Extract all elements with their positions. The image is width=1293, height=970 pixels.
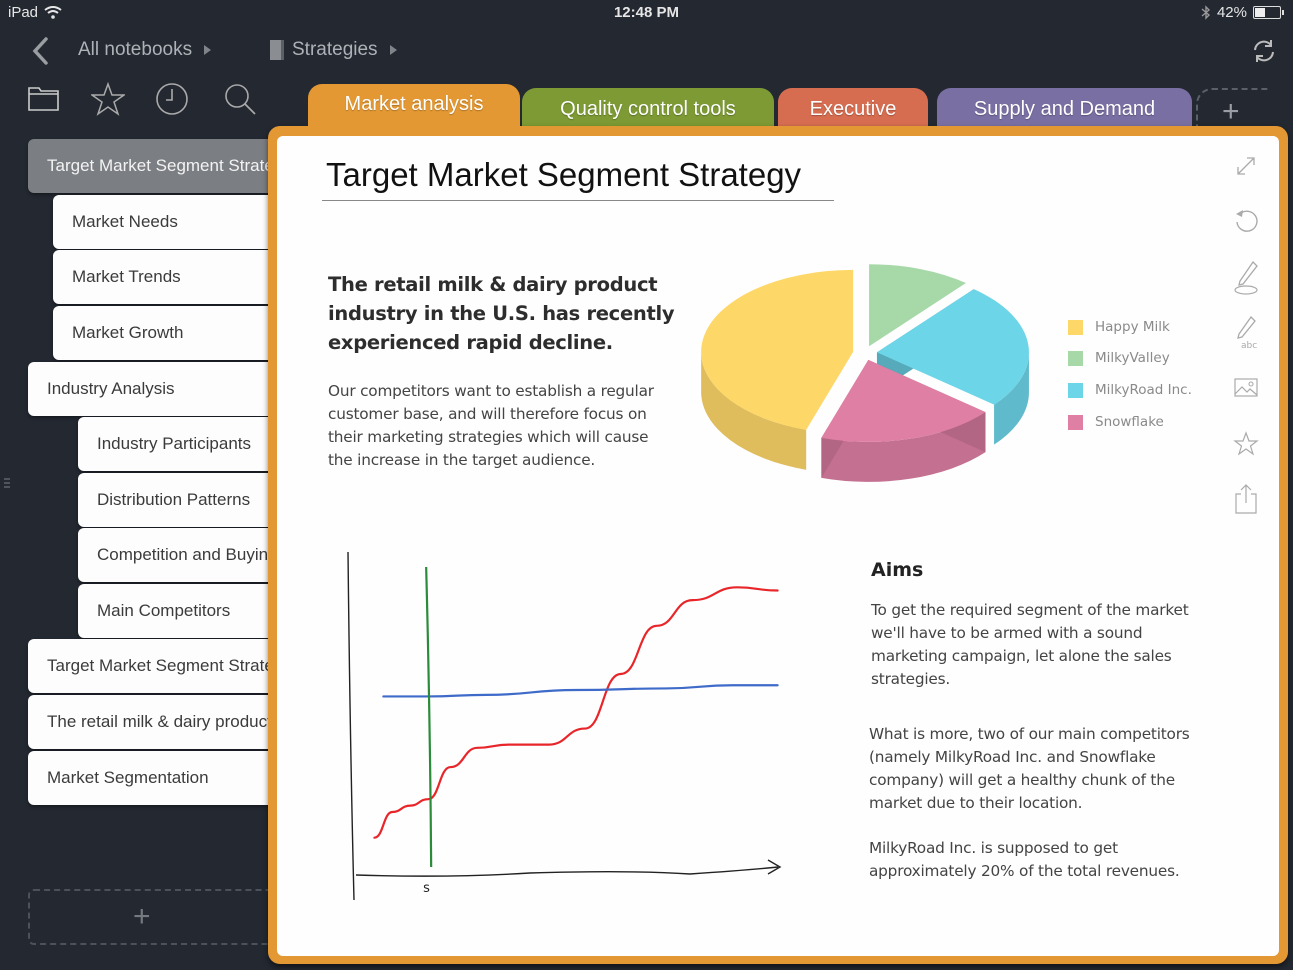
plus-icon: +: [1222, 95, 1240, 128]
clock: 12:48 PM: [613, 4, 680, 21]
tab-label: Supply and Demand: [973, 98, 1156, 120]
sidebar-item-competition-and-buying[interactable]: Competition and Buying Patterns: [78, 528, 278, 582]
chevron-right-icon: [389, 45, 397, 55]
sidebar-item-main-competitors[interactable]: Main Competitors: [78, 584, 278, 638]
series-red-curve: [373, 586, 779, 839]
x-axis: [355, 866, 779, 877]
add-tab-button[interactable]: +: [1196, 88, 1270, 128]
tab-label: Executive: [809, 98, 897, 120]
sidebar-item-market-trends[interactable]: Market Trends: [53, 250, 278, 304]
aims-paragraph[interactable]: To get the required segment of the marke…: [871, 599, 1206, 691]
star-icon[interactable]: [91, 82, 125, 116]
share-icon[interactable]: [1231, 482, 1261, 516]
tab-label: Quality control tools: [560, 98, 736, 120]
legend-label: Happy Milk: [1095, 319, 1170, 335]
y-axis: [347, 551, 355, 901]
battery-icon: [1253, 6, 1284, 19]
sync-icon[interactable]: [1251, 38, 1277, 64]
battery-level: [1255, 8, 1266, 17]
sidebar-item-market-growth[interactable]: Market Growth: [53, 306, 278, 360]
tab-market-analysis[interactable]: Market analysis: [308, 84, 520, 132]
sidebar-item-market-segmentation[interactable]: Market Segmentation: [28, 751, 278, 805]
aims-heading[interactable]: Aims: [871, 559, 923, 581]
nav-bar: All notebooks Strategies: [0, 34, 1293, 68]
series-blue-line: [382, 684, 779, 698]
line-chart: s: [347, 551, 782, 901]
plus-icon: +: [133, 900, 151, 933]
image-icon[interactable]: [1231, 373, 1261, 403]
annotation-label: s: [423, 881, 430, 896]
legend-swatch: [1068, 414, 1083, 430]
folder-icon[interactable]: [27, 82, 61, 116]
legend-item: MilkyRoad Inc.: [1068, 382, 1192, 398]
legend-label: MilkyValley: [1095, 350, 1170, 366]
legend-item: Happy Milk: [1068, 319, 1170, 335]
revenue-paragraph[interactable]: MilkyRoad Inc. is supposed to get approx…: [869, 837, 1204, 883]
intro-paragraph[interactable]: Our competitors want to establish a regu…: [328, 380, 673, 472]
handwriting-icon[interactable]: abc: [1231, 315, 1261, 351]
sidebar-item-market-needs[interactable]: Market Needs: [53, 195, 278, 249]
lead-paragraph[interactable]: The retail milk & dairy product industry…: [328, 270, 688, 357]
sidebar-item-label: Target Market Segment Strategy: [47, 656, 278, 675]
add-page-button[interactable]: +: [28, 889, 278, 945]
sidebar-item-retail-milk-dairy[interactable]: The retail milk & dairy product industry: [28, 695, 278, 749]
sidebar-item-label: Competition and Buying Patterns: [97, 545, 278, 564]
sidebar-item-label: Market Segmentation: [47, 768, 209, 787]
competitors-paragraph[interactable]: What is more, two of our main competitor…: [869, 723, 1204, 815]
clock-icon[interactable]: [155, 82, 189, 116]
pie-chart: [701, 264, 1029, 482]
expand-icon[interactable]: [1231, 151, 1261, 181]
legend-swatch: [1068, 319, 1083, 335]
undo-icon[interactable]: [1231, 206, 1261, 236]
breadcrumb-label: Strategies: [292, 39, 378, 60]
sidebar-item-industry-analysis[interactable]: Industry Analysis: [28, 362, 278, 416]
sidebar-item-label: Market Growth: [72, 323, 184, 342]
favorite-icon[interactable]: [1231, 429, 1261, 459]
sidebar-item-label: Market Needs: [72, 212, 178, 231]
vertical-marker-line: [425, 566, 433, 868]
battery-percent: 42%: [1216, 4, 1247, 21]
legend-item: Snowflake: [1068, 414, 1164, 430]
sidebar-item-target-market-segment-strategy[interactable]: Target Market Segment Strategy: [28, 139, 278, 193]
sidebar-item-target-market-segment-strategy-2[interactable]: Target Market Segment Strategy: [28, 639, 278, 693]
sidebar-item-industry-participants[interactable]: Industry Participants: [78, 417, 278, 471]
sidebar-item-label: Main Competitors: [97, 601, 231, 620]
breadcrumb-label: All notebooks: [78, 39, 193, 60]
legend-label: Snowflake: [1095, 414, 1164, 430]
breadcrumb-strategies[interactable]: Strategies: [270, 39, 397, 61]
note-title[interactable]: Target Market Segment Strategy: [326, 156, 801, 194]
sidebar-item-label: The retail milk & dairy product industry: [47, 712, 278, 731]
sidebar-item-label: Target Market Segment Strategy: [47, 156, 278, 175]
legend-item: MilkyValley: [1068, 350, 1170, 366]
sidebar-item-label: Distribution Patterns: [97, 490, 251, 509]
bluetooth-icon: [1201, 5, 1210, 20]
breadcrumb-all-notebooks[interactable]: All notebooks: [78, 39, 212, 61]
draw-icon[interactable]: [1231, 260, 1261, 296]
tab-label: Market analysis: [344, 93, 484, 115]
sidebar-item-label: Market Trends: [72, 267, 181, 286]
status-bar: iPad 12:48 PM 42%: [0, 0, 1293, 26]
drag-handle[interactable]: [4, 478, 10, 492]
sidebar-item-distribution-patterns[interactable]: Distribution Patterns: [78, 473, 278, 527]
chevron-right-icon: [204, 45, 212, 55]
back-arrow-icon[interactable]: [28, 34, 52, 68]
svg-text:abc: abc: [1241, 341, 1257, 351]
sidebar-item-label: Industry Participants: [97, 434, 252, 453]
search-icon[interactable]: [223, 82, 257, 116]
legend-swatch: [1068, 382, 1083, 398]
legend-swatch: [1068, 350, 1083, 366]
title-underline: [322, 200, 834, 201]
notebook-icon: [270, 40, 284, 60]
legend-label: MilkyRoad Inc.: [1095, 382, 1192, 398]
sidebar-item-label: Industry Analysis: [47, 379, 175, 398]
